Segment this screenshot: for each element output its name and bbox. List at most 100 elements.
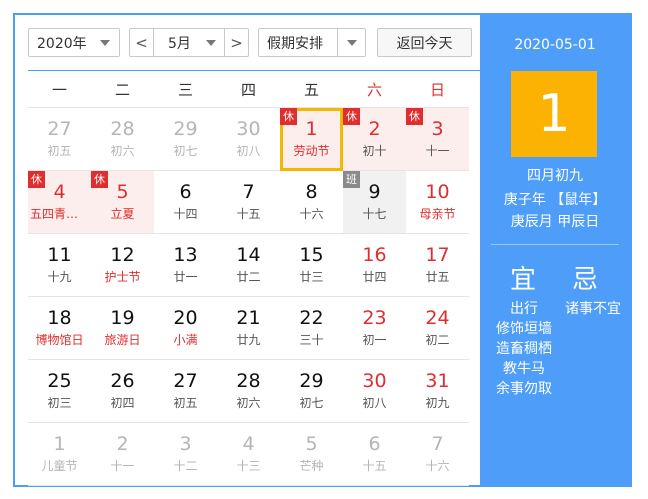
yi-list: 出行 修饰垣墙 造畜稠栖 教牛马 余事勿取 [486, 299, 562, 399]
today-button[interactable]: 返回今天 [377, 28, 472, 57]
day-cell[interactable]: 17 廿五 [406, 234, 469, 297]
day-number: 3 [179, 433, 192, 455]
day-number: 13 [173, 244, 198, 266]
chevron-down-icon [91, 29, 119, 56]
day-number: 20 [173, 307, 198, 329]
day-lunar-label: 博物馆日 [35, 333, 84, 347]
day-cell[interactable]: 1 儿童节 [28, 423, 91, 486]
day-lunar-label: 十六 [299, 207, 324, 221]
day-number: 6 [368, 433, 381, 455]
day-number: 19 [110, 307, 135, 329]
day-cell[interactable]: 22 三十 [280, 297, 343, 360]
panel-divider [491, 244, 619, 245]
day-cell[interactable]: 12 护士节 [91, 234, 154, 297]
day-lunar-label: 十一 [110, 459, 135, 473]
day-cell[interactable]: 休 3 十一 [406, 108, 469, 171]
day-cell[interactable]: 2 十一 [91, 423, 154, 486]
month-select-value[interactable]: 5月 [160, 33, 191, 53]
day-lunar-label: 初七 [173, 144, 198, 158]
next-month-button[interactable]: > [224, 29, 248, 56]
weekday-mon: 一 [51, 81, 67, 99]
day-number: 7 [242, 181, 255, 203]
day-cell[interactable]: 30 初八 [217, 108, 280, 171]
day-lunar-label: 立夏 [110, 207, 135, 221]
selected-day-number: 1 [511, 71, 597, 157]
day-lunar-label: 廿四 [362, 270, 387, 284]
day-cell[interactable]: 27 初五 [154, 360, 217, 423]
chevron-down-icon [337, 29, 365, 56]
selected-date: 2020-05-01 [514, 37, 596, 53]
holiday-select[interactable]: 假期安排 [258, 28, 366, 57]
lunar-date: 四月初九 [527, 168, 583, 184]
day-cell[interactable]: 休 2 初十 [343, 108, 406, 171]
day-cell[interactable]: 3 十二 [154, 423, 217, 486]
day-cell[interactable]: 21 廿九 [217, 297, 280, 360]
day-cell[interactable]: 27 初五 [28, 108, 91, 171]
yi-item: 修饰垣墙 [496, 321, 552, 337]
ganzhi-month-day: 庚辰月 甲辰日 [510, 214, 600, 230]
day-cell[interactable]: 7 十六 [406, 423, 469, 486]
rest-badge: 休 [91, 171, 108, 188]
day-lunar-label: 初六 [236, 396, 261, 410]
day-cell[interactable]: 18 博物馆日 [28, 297, 91, 360]
day-lunar-label: 初三 [47, 396, 72, 410]
day-cell[interactable]: 6 十五 [343, 423, 406, 486]
day-lunar-label: 初九 [425, 396, 450, 410]
day-number: 2 [116, 433, 129, 455]
weekday-wed: 三 [177, 81, 193, 99]
day-number: 26 [110, 370, 135, 392]
day-cell[interactable]: 23 初一 [343, 297, 406, 360]
day-number: 8 [305, 181, 318, 203]
day-lunar-label: 廿二 [236, 270, 261, 284]
day-cell[interactable]: 31 初九 [406, 360, 469, 423]
day-cell[interactable]: 7 十五 [217, 171, 280, 234]
day-cell[interactable]: 29 初七 [154, 108, 217, 171]
month-picker[interactable]: < 5月 > [129, 28, 249, 57]
day-cell[interactable]: 13 廿一 [154, 234, 217, 297]
day-lunar-label: 旅游日 [104, 333, 141, 347]
day-cell[interactable]: 24 初二 [406, 297, 469, 360]
yi-item: 出行 [510, 301, 538, 317]
day-cell[interactable]: 28 初六 [217, 360, 280, 423]
day-number: 22 [299, 307, 324, 329]
day-cell[interactable]: 11 十九 [28, 234, 91, 297]
chevron-down-icon[interactable] [200, 29, 222, 56]
year-select-value: 2020年 [37, 35, 87, 52]
day-cell[interactable]: 休 1 劳动节 [280, 108, 343, 171]
day-cell[interactable]: 班 9 十七 [343, 171, 406, 234]
day-number: 27 [173, 370, 198, 392]
day-cell[interactable]: 20 小满 [154, 297, 217, 360]
day-cell[interactable]: 28 初六 [91, 108, 154, 171]
day-number: 29 [173, 118, 198, 140]
day-lunar-label: 初六 [110, 144, 135, 158]
day-lunar-label: 初五 [47, 144, 72, 158]
holiday-select-value: 假期安排 [267, 35, 323, 52]
day-cell[interactable]: 15 廿三 [280, 234, 343, 297]
day-cell[interactable]: 25 初三 [28, 360, 91, 423]
day-lunar-label: 廿九 [236, 333, 261, 347]
day-cell[interactable]: 16 廿四 [343, 234, 406, 297]
day-cell[interactable]: 29 初七 [280, 360, 343, 423]
day-cell[interactable]: 休 5 立夏 [91, 171, 154, 234]
day-lunar-label: 廿一 [173, 270, 198, 284]
day-cell[interactable]: 14 廿二 [217, 234, 280, 297]
day-cell[interactable]: 6 十四 [154, 171, 217, 234]
year-select[interactable]: 2020年 [28, 28, 120, 57]
day-lunar-label: 廿三 [299, 270, 324, 284]
day-cell[interactable]: 5 芒种 [280, 423, 343, 486]
day-cell[interactable]: 休 4 五四青年节 [28, 171, 91, 234]
day-lunar-label: 十二 [173, 459, 198, 473]
calendar-toolbar: 2020年 < 5月 > 假期安排 返回今天 [15, 15, 484, 71]
day-cell[interactable]: 8 十六 [280, 171, 343, 234]
day-lunar-label: 儿童节 [41, 459, 78, 473]
yi-item: 造畜稠栖 [496, 341, 552, 357]
day-cell[interactable]: 26 初四 [91, 360, 154, 423]
day-cell[interactable]: 30 初八 [343, 360, 406, 423]
prev-month-button[interactable]: < [130, 29, 154, 56]
ji-list: 诸事不宜 [558, 299, 628, 319]
day-cell[interactable]: 4 十三 [217, 423, 280, 486]
day-lunar-label: 十五 [362, 459, 387, 473]
day-lunar-label: 初二 [425, 333, 450, 347]
day-cell[interactable]: 10 母亲节 [406, 171, 469, 234]
day-cell[interactable]: 19 旅游日 [91, 297, 154, 360]
